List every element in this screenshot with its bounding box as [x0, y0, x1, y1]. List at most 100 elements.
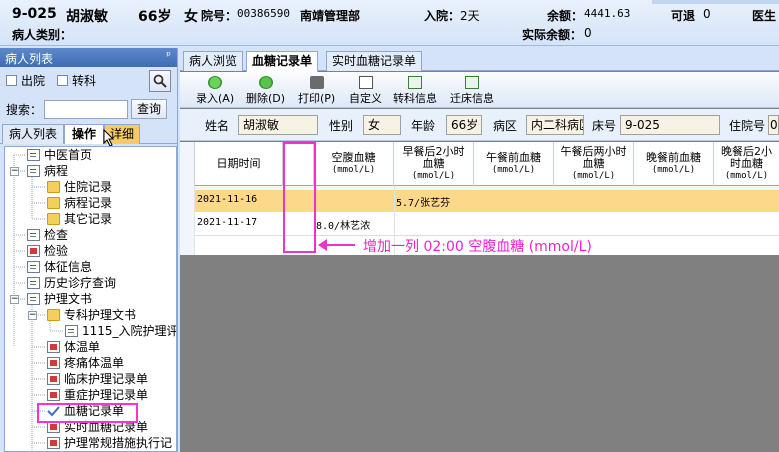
col-title: 日期时间: [216, 157, 261, 170]
custom-button-label: 自定义: [349, 92, 382, 105]
tab-realtime-glucose[interactable]: 实时血糖记录单: [326, 51, 423, 71]
tree-item-nursing-docs[interactable]: 护理文书: [27, 291, 92, 307]
discharged-checkbox[interactable]: [6, 75, 17, 86]
delete-icon: [258, 76, 273, 89]
col-datetime[interactable]: 日期时间: [195, 142, 283, 186]
cell-fasting: 8.0/林艺浓: [316, 221, 371, 232]
header-ward: 南靖管理部: [300, 9, 361, 23]
tree-item-clinical-nursing[interactable]: 临床护理记录单: [47, 371, 148, 387]
chart-icon: [47, 357, 60, 369]
bed-move-button[interactable]: 迁床信息: [450, 76, 494, 106]
tab-blood-glucose[interactable]: 血糖记录单: [246, 51, 319, 72]
query-button[interactable]: 查询: [131, 99, 168, 119]
tree-item-label: 体温单: [64, 340, 101, 354]
info-name-field[interactable]: 胡淑敏: [238, 115, 318, 135]
info-gender-field[interactable]: 女: [363, 115, 401, 135]
search-icon-button[interactable]: [149, 70, 171, 92]
col-before-dinner[interactable]: 晚餐前血糖 (mmol/L): [634, 142, 714, 186]
mouse-cursor-icon: [103, 129, 115, 147]
info-bed-label: 床号: [592, 119, 617, 133]
tree-item-label: 病程: [44, 164, 69, 178]
custom-button[interactable]: 自定义: [349, 76, 382, 106]
col-after-breakfast[interactable]: 早餐后2小时血糖 (mmol/L): [394, 142, 474, 186]
tree-item-vital-signs[interactable]: 体征信息: [27, 259, 92, 275]
left-panel: 病人列表 ᵖ 出院 转科 搜索： 查询 病人列表 操作 详细 − − − 中医首…: [0, 48, 178, 452]
info-gender-label: 性别: [329, 119, 354, 133]
new-column-highlight-box: [283, 142, 316, 253]
header-balance-label: 余额：: [547, 9, 584, 23]
header-admission-no: 00386590: [237, 7, 290, 20]
tree-item-label: 重症护理记录单: [64, 388, 149, 402]
collapse-toggle-nursing[interactable]: −: [10, 295, 19, 304]
document-tabs: 病人浏览 血糖记录单 实时血糖记录单: [180, 48, 779, 72]
tree-item-routine-nursing[interactable]: 护理常规措施执行记: [47, 435, 172, 451]
tree-item-label: 检查: [44, 228, 69, 242]
col-title: 午餐前血糖: [486, 151, 541, 164]
transfer-checkbox[interactable]: [57, 75, 69, 86]
toolbar: 录入(A) 删除(D) 打印(P) 自定义 转科信息 迁床信息: [180, 72, 779, 108]
search-label: 搜索：: [6, 102, 43, 117]
tree-item-pain-temperature[interactable]: 疼痛体温单: [47, 355, 124, 371]
tab-operation[interactable]: 操作: [64, 124, 104, 144]
transfer-info-button[interactable]: 转科信息: [393, 76, 437, 106]
collapse-toggle-bingcheng[interactable]: −: [10, 167, 19, 176]
tab-patient-browse[interactable]: 病人浏览: [183, 51, 244, 71]
folder-icon: [47, 309, 60, 321]
tree-item-exam[interactable]: 检查: [27, 227, 68, 243]
patient-list-title: 病人列表 ᵖ: [0, 48, 177, 67]
col-before-lunch[interactable]: 午餐前血糖 (mmol/L): [474, 142, 554, 186]
header-patient-type-label: 病人类别：: [12, 28, 73, 42]
tree-item-admission-assessment[interactable]: 1115_入院护理评: [65, 323, 177, 339]
col-title: 晚餐后2小时血糖: [721, 145, 772, 170]
tree-item-progress-record[interactable]: 病程记录: [47, 195, 112, 211]
tree-item-bingcheng[interactable]: 病程: [27, 163, 68, 179]
info-age-label: 年龄: [411, 119, 436, 133]
print-button[interactable]: 打印(P): [298, 76, 335, 106]
tree-item-icu-nursing[interactable]: 重症护理记录单: [47, 387, 148, 403]
tree-item-special-nursing[interactable]: 专科护理文书: [47, 307, 136, 323]
doc-icon: [27, 261, 40, 273]
tree-item-label: 1115_入院护理评: [82, 324, 177, 338]
tree-item-admission-record[interactable]: 住院记录: [47, 179, 112, 195]
table-row[interactable]: 2021-11-17 8.0/林艺浓: [180, 212, 779, 236]
chart-icon: [47, 437, 60, 449]
info-bed-field[interactable]: 9-025: [620, 115, 720, 135]
tree-item-label: 其它记录: [64, 212, 113, 226]
add-button[interactable]: 录入(A): [196, 76, 234, 106]
patient-header: 9-025 胡淑敏 66岁 女 院号： 00386590 南靖管理部 入院： 2…: [0, 0, 779, 46]
tree-item-history-query[interactable]: 历史诊疗查询: [27, 275, 116, 291]
tree-item-label: 检验: [44, 244, 69, 258]
tree-item-label: 历史诊疗查询: [44, 276, 117, 290]
tree-item-other-record[interactable]: 其它记录: [47, 211, 112, 227]
search-input[interactable]: [44, 99, 129, 119]
info-age-field[interactable]: 66岁: [446, 115, 482, 135]
pin-icon[interactable]: ᵖ: [166, 49, 171, 62]
info-admission-field[interactable]: 00: [768, 115, 779, 135]
folder-icon: [47, 197, 60, 209]
col-title: 空腹血糖: [331, 151, 376, 164]
col-after-lunch[interactable]: 午餐后两小时血糖 (mmol/L): [554, 142, 634, 186]
col-unit: (mmol/L): [411, 171, 456, 181]
add-button-label: 录入(A): [196, 92, 235, 105]
table-row[interactable]: 2021-11-16 5.7/张艺芬: [180, 190, 779, 212]
col-fasting[interactable]: 空腹血糖 (mmol/L): [314, 142, 394, 186]
delete-button[interactable]: 删除(D): [246, 76, 285, 106]
tree-item-lab[interactable]: 检验: [27, 243, 68, 259]
tree-item-tcm-home[interactable]: 中医首页: [27, 147, 92, 163]
collapse-toggle-special-nursing[interactable]: −: [28, 311, 37, 320]
col-after-dinner[interactable]: 晚餐后2小时血糖 (mmol/L): [714, 142, 779, 186]
filter-row: 出院 转科: [6, 72, 96, 89]
header-admission-label: 院号：: [201, 9, 238, 23]
transfer-info-label: 转科信息: [393, 92, 437, 105]
doc-icon: [27, 165, 40, 177]
tab-patient-list[interactable]: 病人列表: [2, 124, 64, 144]
cell-date: 2021-11-17: [197, 217, 258, 228]
tree-item-temperature[interactable]: 体温单: [47, 339, 100, 355]
print-button-label: 打印(P): [298, 92, 336, 105]
header-top-right-bar: [652, 0, 779, 4]
custom-icon: [358, 76, 373, 89]
col-title: 午餐后两小时血糖: [560, 145, 627, 170]
header-admit-days: 2天: [460, 9, 480, 23]
info-ward-field[interactable]: 内二科病区: [526, 115, 584, 135]
tree-item-label: 疼痛体温单: [64, 356, 125, 370]
